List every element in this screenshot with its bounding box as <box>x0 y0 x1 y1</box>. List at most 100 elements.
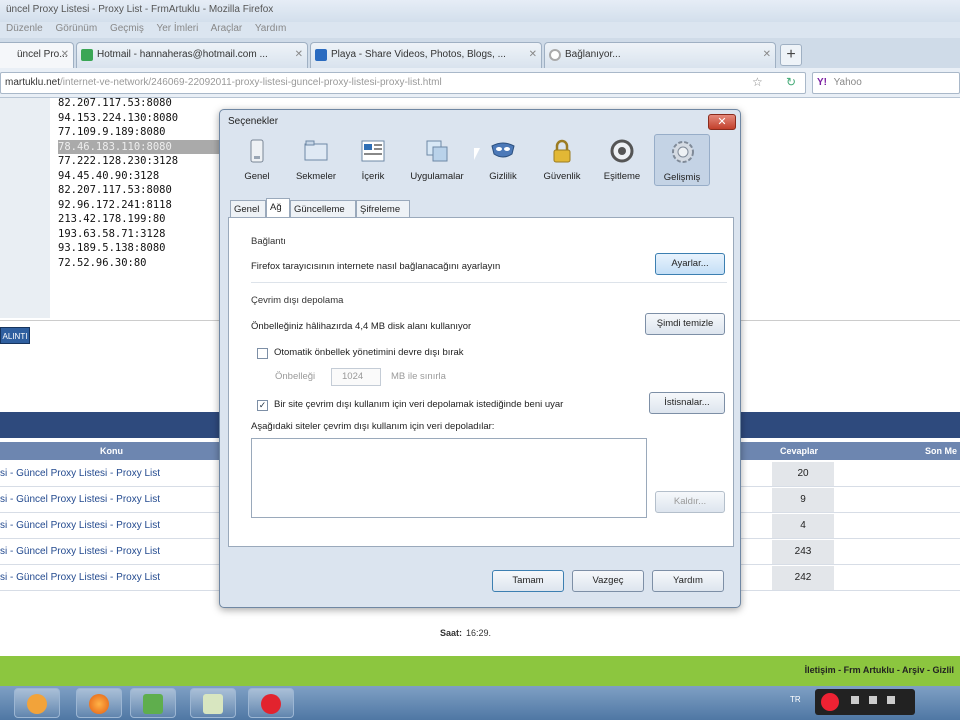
override-cache-checkbox[interactable] <box>257 348 268 359</box>
reload-icon[interactable]: ↻ <box>786 75 796 89</box>
topic-link[interactable]: si - Güncel Proxy Listesi - Proxy List <box>0 546 160 557</box>
category-advanced[interactable]: Gelişmiş <box>654 134 710 186</box>
record-icon[interactable] <box>821 693 839 711</box>
menu-bookmarks[interactable]: Yer İmleri <box>156 23 198 34</box>
subtab-update[interactable]: Güncelleme <box>290 200 356 218</box>
warn-offline-checkbox[interactable]: ✓ <box>257 400 268 411</box>
topic-link[interactable]: si - Güncel Proxy Listesi - Proxy List <box>0 520 160 531</box>
new-tab-button[interactable]: + <box>780 44 802 66</box>
clear-now-button[interactable]: Şimdi temizle <box>645 313 725 335</box>
category-privacy[interactable]: Gizlilik <box>478 134 528 186</box>
language-indicator[interactable]: TR <box>790 695 801 704</box>
network-icon <box>143 694 163 714</box>
tabs-icon <box>304 140 328 161</box>
url-bar[interactable]: martuklu.net/internet-ve-network/246069-… <box>0 72 806 94</box>
tab-label: Bağlanıyor... <box>565 49 621 60</box>
menu-history[interactable]: Geçmiş <box>110 23 144 34</box>
topic-link[interactable]: si - Güncel Proxy Listesi - Proxy List <box>0 468 160 479</box>
tab-proxy-list[interactable]: üncel Pro... ✕ <box>0 42 74 68</box>
taskbar-recorder[interactable] <box>248 688 294 718</box>
paint-icon <box>203 694 223 714</box>
taskbar: TR <box>0 686 960 720</box>
playa-favicon-icon <box>315 49 327 61</box>
offline-sites-label: Aşağıdaki siteler çevrim dışı kullanım i… <box>251 421 495 432</box>
footer-links[interactable]: İletişim - Frm Artuklu - Arşiv - Gizlil <box>0 656 960 686</box>
close-icon[interactable]: ✕ <box>295 49 303 60</box>
firefox-icon <box>89 694 109 714</box>
category-label: Gizlilik <box>489 171 517 182</box>
category-label: Genel <box>244 171 270 182</box>
connection-description: Firefox tarayıcısının internete nasıl ba… <box>251 261 501 272</box>
cancel-button[interactable]: Vazgeç <box>572 570 644 592</box>
offline-group-label: Çevrim dışı depolama <box>251 295 344 306</box>
proxy-entry: 77.222.128.230:3128 <box>58 155 179 167</box>
category-applications[interactable]: Uygulamalar <box>402 134 472 186</box>
time-value: 16:29. <box>466 628 492 638</box>
category-label: Sekmeler <box>295 171 337 182</box>
bookmark-star-icon[interactable]: ☆ <box>752 75 763 89</box>
category-content[interactable]: İçerik <box>350 134 396 186</box>
quote-button[interactable]: ALINTI <box>0 327 30 344</box>
proxy-entry: 82.207.117.53:8080 <box>58 184 172 196</box>
connection-settings-button[interactable]: Ayarlar... <box>655 253 725 275</box>
category-label: Gelişmiş <box>663 172 701 183</box>
proxy-list: 82.207.117.53:8080 94.153.224.130:8080 77.… <box>58 98 228 316</box>
url-host: martuklu.net <box>5 77 61 88</box>
pause-icon[interactable] <box>851 696 859 704</box>
content-icon <box>361 140 385 162</box>
category-tabs[interactable]: Sekmeler <box>286 134 346 186</box>
sync-icon <box>610 139 634 163</box>
recording-controls[interactable] <box>815 689 915 715</box>
gear-icon <box>672 141 694 163</box>
category-general[interactable]: Genel <box>234 134 280 186</box>
category-label: Eşitleme <box>603 171 641 182</box>
category-sync[interactable]: Eşitleme <box>594 134 650 186</box>
menu-help[interactable]: Yardım <box>255 23 287 34</box>
tab-hotmail[interactable]: Hotmail - hannaheras@hotmail.com ... ✕ <box>76 42 308 68</box>
search-input[interactable]: Y! Yahoo <box>812 72 960 94</box>
subtab-encryption[interactable]: Şifreleme <box>356 200 410 218</box>
subtab-general[interactable]: Genel <box>230 200 266 218</box>
yahoo-logo-icon: Y! <box>817 77 827 88</box>
exceptions-button[interactable]: İstisnalar... <box>649 392 725 414</box>
dialog-title: Seçenekler <box>228 116 279 127</box>
taskbar-paint[interactable] <box>190 688 236 718</box>
menu-tools[interactable]: Araçlar <box>211 23 243 34</box>
close-icon[interactable]: ✕ <box>763 49 771 60</box>
taskbar-network[interactable] <box>130 688 176 718</box>
reply-count: 242 <box>772 566 834 590</box>
taskbar-media-player[interactable] <box>14 688 60 718</box>
proxy-entry: 94.153.224.130:8080 <box>58 111 179 124</box>
ok-button[interactable]: Tamam <box>492 570 564 592</box>
topic-link[interactable]: si - Güncel Proxy Listesi - Proxy List <box>0 572 160 583</box>
offline-sites-list[interactable] <box>251 438 647 518</box>
reply-count: 20 <box>772 462 834 486</box>
window-titlebar: üncel Proxy Listesi - Proxy List - FrmAr… <box>0 0 960 22</box>
close-icon[interactable]: ✕ <box>61 49 69 60</box>
reply-count: 4 <box>772 514 834 538</box>
stop-icon[interactable] <box>869 696 877 704</box>
topic-link[interactable]: si - Güncel Proxy Listesi - Proxy List <box>0 494 160 505</box>
settings-icon[interactable] <box>887 696 895 704</box>
proxy-entry: 93.189.5.138:8080 <box>58 242 166 254</box>
help-button[interactable]: Yardım <box>652 570 724 592</box>
menu-edit[interactable]: Düzenle <box>6 23 43 34</box>
menu-bar: Düzenle Görünüm Geçmiş Yer İmleri Araçla… <box>0 22 960 38</box>
reply-count: 9 <box>772 488 834 512</box>
close-button[interactable]: ✕ <box>708 114 736 130</box>
tab-connecting[interactable]: Bağlanıyor... ✕ <box>544 42 776 68</box>
proxy-entry: 72.52.96.30:80 <box>58 256 147 269</box>
col-replies-header: Cevaplar <box>780 446 819 456</box>
loading-icon <box>549 49 561 61</box>
divider <box>251 282 727 283</box>
category-label: İçerik <box>361 171 385 182</box>
category-security[interactable]: Güvenlik <box>534 134 590 186</box>
taskbar-firefox[interactable] <box>76 688 122 718</box>
subtab-network[interactable]: Ağ <box>266 198 290 218</box>
menu-view[interactable]: Görünüm <box>55 23 97 34</box>
tab-playa[interactable]: Playa - Share Videos, Photos, Blogs, ...… <box>310 42 542 68</box>
cache-limit-value: 1024 <box>342 371 364 382</box>
warn-offline-label: Bir site çevrim dışı kullanım için veri … <box>274 399 564 410</box>
close-icon[interactable]: ✕ <box>529 49 537 60</box>
privacy-icon <box>491 142 515 158</box>
